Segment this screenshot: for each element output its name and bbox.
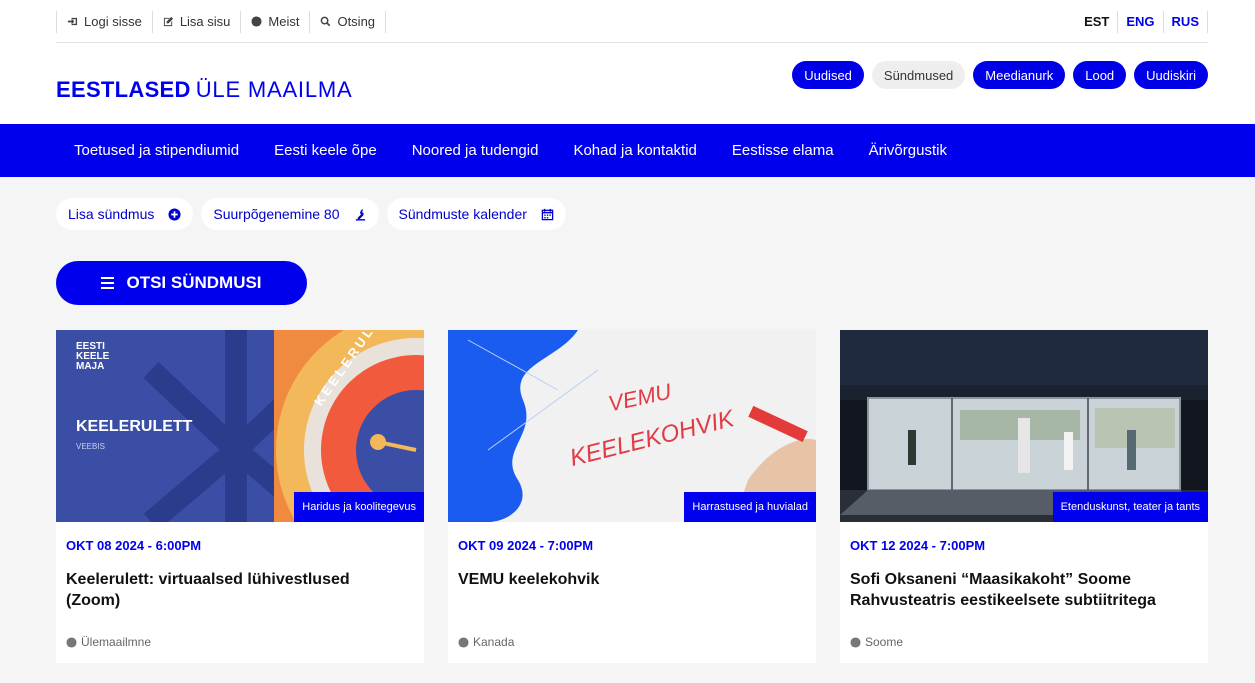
event-image[interactable]: EESTI KEELE MAJA KEELERULETT VEEBIS KEEL… (56, 330, 424, 522)
image-brand-text: EESTI KEELE MAJA (76, 341, 110, 372)
login-link[interactable]: Logi sisse (56, 10, 153, 33)
torch-icon (355, 208, 365, 221)
section-stories[interactable]: Lood (1073, 61, 1127, 89)
image-heading-text: KEELERULETT (76, 418, 193, 435)
event-image[interactable]: Etenduskunst, teater ja tants (840, 330, 1208, 522)
lang-est[interactable]: EST (1076, 11, 1117, 33)
site-header: Logi sisse Lisa sisu Meist Otsing EST EN… (0, 0, 1255, 124)
event-date: OKT 09 2024 - 7:00PM (458, 538, 594, 553)
utility-bar: Logi sisse Lisa sisu Meist Otsing EST EN… (56, 0, 1208, 43)
calendar-icon (541, 208, 554, 220)
lang-eng[interactable]: ENG (1117, 10, 1162, 33)
section-media[interactable]: Meedianurk (973, 61, 1066, 89)
globe-icon (458, 636, 469, 648)
add-content-link[interactable]: Lisa sisu (153, 10, 242, 33)
search-icon (321, 16, 331, 27)
globe-icon (850, 636, 861, 648)
nav-grants[interactable]: Toetused ja stipendiumid (74, 142, 239, 159)
image-sub-text: VEEBIS (76, 442, 105, 451)
lang-rus[interactable]: RUS (1162, 10, 1208, 33)
nav-moving-to-estonia[interactable]: Eestisse elama (732, 142, 834, 159)
sign-in-icon (67, 17, 78, 26)
edit-icon (163, 16, 173, 27)
event-location: Ülemaailmne (66, 635, 151, 649)
event-image[interactable]: VEMU KEELEKOHVIK Harrastused ja huvialad (448, 330, 816, 522)
section-newsletter[interactable]: Uudiskiri (1134, 61, 1208, 89)
event-title[interactable]: Sofi Oksaneni “Maasikakoht” Soome Rahvus… (850, 569, 1190, 611)
site-logo[interactable]: EESTLASED ÜLE MAAILMA (56, 77, 352, 103)
about-link[interactable]: Meist (241, 10, 311, 33)
plus-circle-icon (168, 207, 181, 221)
event-date: OKT 08 2024 - 6:00PM (66, 538, 202, 553)
nav-places[interactable]: Kohad ja kontaktid (573, 142, 696, 159)
event-location: Kanada (458, 635, 514, 649)
category-tag[interactable]: Harrastused ja huvialad (684, 492, 816, 522)
event-actions: Lisa sündmus Suurpõgenemine 80 Sündmuste… (56, 198, 566, 230)
search-events-button[interactable]: OTSI SÜNDMUSI (56, 261, 307, 305)
section-news[interactable]: Uudised (792, 61, 864, 89)
category-tag[interactable]: Etenduskunst, teater ja tants (1052, 492, 1208, 522)
event-location: Soome (850, 635, 903, 649)
event-card[interactable]: Etenduskunst, teater ja tants OKT 12 202… (840, 330, 1208, 663)
globe-icon (66, 636, 77, 648)
add-event-chip[interactable]: Lisa sündmus (56, 198, 194, 230)
section-pills: Uudised Sündmused Meedianurk Lood Uudisk… (792, 61, 1208, 89)
nav-estonian-language[interactable]: Eesti keele õpe (274, 142, 377, 159)
nav-business-network[interactable]: Ärivõrgustik (869, 142, 947, 159)
category-tag[interactable]: Haridus ja koolitegevus (294, 492, 424, 522)
main-nav: Toetused ja stipendiumid Eesti keele õpe… (0, 124, 1255, 177)
nav-youth[interactable]: Noored ja tudengid (412, 142, 539, 159)
language-switcher: EST ENG RUS (1076, 0, 1208, 43)
section-events[interactable]: Sündmused (871, 61, 966, 89)
menu-icon (101, 277, 115, 289)
event-title[interactable]: VEMU keelekohvik (458, 569, 798, 590)
song-festival-chip[interactable]: Suurpõgenemine 80 (201, 198, 379, 230)
event-date: OKT 12 2024 - 7:00PM (850, 538, 986, 553)
globe-icon (251, 16, 262, 27)
event-card[interactable]: EESTI KEELE MAJA KEELERULETT VEEBIS KEEL… (56, 330, 424, 663)
search-link[interactable]: Otsing (310, 10, 387, 33)
event-card[interactable]: VEMU KEELEKOHVIK Harrastused ja huvialad… (448, 330, 816, 663)
event-title[interactable]: Keelerulett: virtuaalsed lühivestlused (… (66, 569, 406, 611)
calendar-chip[interactable]: Sündmuste kalender (386, 198, 566, 230)
